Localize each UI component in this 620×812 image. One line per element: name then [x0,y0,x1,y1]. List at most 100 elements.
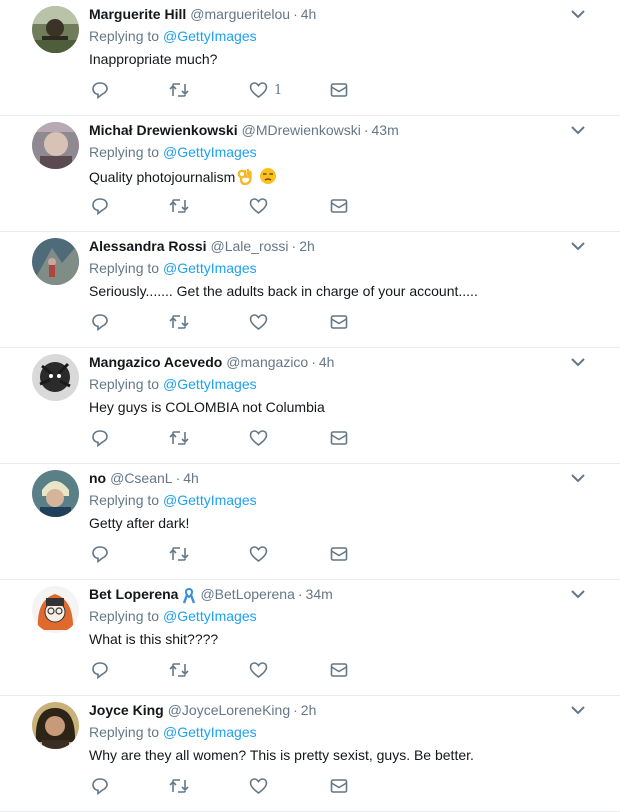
tweet-text: Getty after dark! [89,515,190,531]
replying-to-link[interactable]: @GettyImages [163,724,257,740]
tweet[interactable]: Alessandra Rossi @Lale_rossi · 2h Replying … [0,232,620,348]
reply-icon [92,82,108,99]
reply-button[interactable] [91,776,109,796]
avatar[interactable] [32,354,79,401]
avatar[interactable] [32,586,79,633]
reply-button[interactable] [91,80,109,100]
envelope-icon [330,779,348,793]
replying-to-link[interactable]: @GettyImages [163,28,257,44]
direct-message-button[interactable] [330,544,348,564]
reply-button[interactable] [91,660,109,680]
chevron-down-icon[interactable] [568,702,588,718]
like-button[interactable] [249,544,274,564]
avatar[interactable] [32,122,79,169]
retweet-button[interactable] [169,80,189,100]
heart-icon [249,778,268,794]
avatar[interactable] [32,238,79,285]
author-name[interactable]: Michał Drewienkowski [89,122,238,138]
tweet[interactable]: Bet Loperena @BetLoperena · 34m Replying to… [0,580,620,696]
author-name[interactable]: Mangazico Acevedo [89,354,222,370]
retweet-icon [169,779,189,793]
like-button[interactable] [249,196,274,216]
envelope-icon [330,663,348,677]
author-name[interactable]: Bet Loperena [89,586,178,602]
heart-icon [249,198,268,214]
retweet-button[interactable] [169,428,189,448]
author-handle[interactable]: @Lale_rossi [211,238,289,254]
retweet-button[interactable] [169,660,189,680]
reply-button[interactable] [91,428,109,448]
replying-to-link[interactable]: @GettyImages [163,492,257,508]
replying-to: Replying to @GettyImages [89,608,257,624]
timestamp[interactable]: 4h [301,6,317,22]
retweet-button[interactable] [169,544,189,564]
author-name[interactable]: Alessandra Rossi [89,238,207,254]
ok-hand-emoji [237,168,252,185]
author-name[interactable]: no [89,470,106,486]
chevron-down-icon[interactable] [568,122,588,138]
timestamp[interactable]: 43m [372,122,399,138]
reply-button[interactable] [91,544,109,564]
direct-message-button[interactable] [330,776,348,796]
replying-prefix: Replying to [89,376,160,392]
timestamp[interactable]: 2h [301,702,317,718]
avatar[interactable] [32,6,79,53]
replying-to-link[interactable]: @GettyImages [163,260,257,276]
chevron-down-icon[interactable] [568,6,588,22]
chevron-down-icon[interactable] [568,586,588,602]
tweet[interactable]: Mangazico Acevedo @mangazico · 4h Replying … [0,348,620,464]
avatar[interactable] [32,470,79,517]
separator: · [293,702,298,718]
replying-to-link[interactable]: @GettyImages [163,376,257,392]
author-handle[interactable]: @MDrewienkowski [242,122,361,138]
retweet-icon [169,315,189,329]
reply-button[interactable] [91,312,109,332]
retweet-icon [169,663,189,677]
retweet-button[interactable] [169,312,189,332]
replying-prefix: Replying to [89,28,160,44]
retweet-button[interactable] [169,196,189,216]
replying-prefix: Replying to [89,724,160,740]
direct-message-button[interactable] [330,80,348,100]
timestamp[interactable]: 4h [319,354,335,370]
tweet[interactable]: Michał Drewienkowski @MDrewienkowski · 43m … [0,116,620,232]
retweet-button[interactable] [169,776,189,796]
author-handle[interactable]: @CseanL [110,470,172,486]
tweet[interactable]: no @CseanL · 4h Replying to @GettyImages Get… [0,464,620,580]
tweet-text: Quality photojournalism [89,167,277,185]
direct-message-button[interactable] [330,312,348,332]
chevron-down-icon[interactable] [568,238,588,254]
envelope-icon [330,199,348,213]
replying-prefix: Replying to [89,144,160,160]
author-handle[interactable]: @JoyceLoreneKing [168,702,290,718]
direct-message-button[interactable] [330,428,348,448]
reply-icon [92,198,108,215]
like-button[interactable] [249,312,274,332]
reply-icon [92,778,108,795]
author-handle[interactable]: @BetLoperena [200,586,294,602]
like-button[interactable] [249,776,274,796]
tweet[interactable]: Joyce King @JoyceLoreneKing · 2h Replying t… [0,696,620,812]
avatar[interactable] [32,702,79,749]
direct-message-button[interactable] [330,196,348,216]
reply-button[interactable] [91,196,109,216]
chevron-down-icon[interactable] [568,470,588,486]
author-name[interactable]: Joyce King [89,702,164,718]
heart-icon [249,546,268,562]
chevron-down-icon[interactable] [568,354,588,370]
timestamp[interactable]: 2h [299,238,315,254]
replying-to-link[interactable]: @GettyImages [163,144,257,160]
timestamp[interactable]: 4h [183,470,199,486]
direct-message-button[interactable] [330,660,348,680]
like-button[interactable] [249,428,274,448]
like-button[interactable] [249,660,274,680]
author-handle[interactable]: @mangazico [226,354,308,370]
like-button[interactable]: 1 [249,80,282,100]
replying-to-link[interactable]: @GettyImages [163,608,257,624]
timestamp[interactable]: 34m [306,586,333,602]
author-name[interactable]: Marguerite Hill [89,6,186,22]
retweet-icon [169,199,189,213]
tweet[interactable]: Marguerite Hill @margueritelou · 4h Replyin… [0,0,620,116]
tweet-text: Hey guys is COLOMBIA not Columbia [89,399,325,415]
author-handle[interactable]: @margueritelou [190,6,290,22]
